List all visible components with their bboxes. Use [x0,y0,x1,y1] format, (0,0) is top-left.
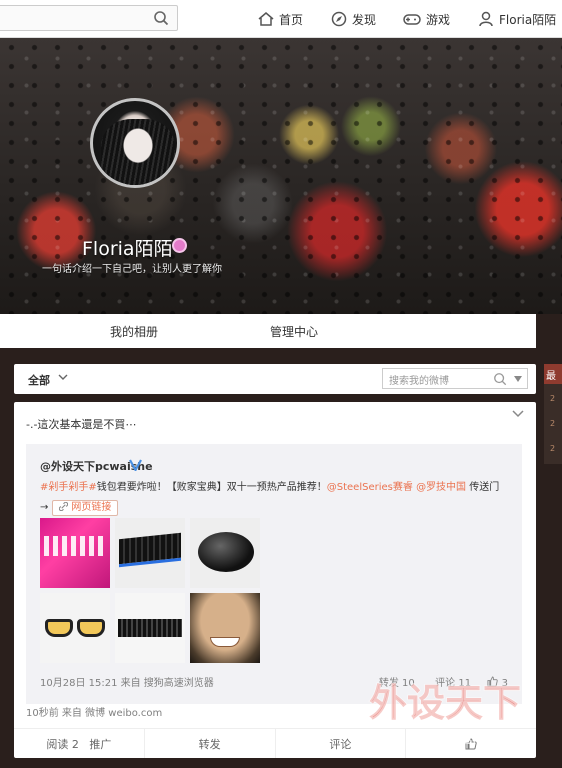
reposted-content: @外设天下pcwaishe #剁手剁手#钱包君要炸啦！【败家宝典】双十一预热产品… [26,444,522,704]
repost-meta[interactable]: 10月28日 15:21 来自 搜狗高速浏览器 [40,674,214,689]
member-badge-icon[interactable] [172,238,187,253]
nav-profile[interactable]: Floria陌陌 [477,0,556,38]
nav-discover[interactable]: 发现 [330,0,376,38]
right-sidebar-peek: 最 2 2 2 [544,364,562,464]
read-count: 阅读 2 [46,737,79,751]
global-search-input[interactable] [0,5,178,31]
verified-icon[interactable] [129,458,142,471]
post-action-bar: 阅读 2 推广 转发 评论 [14,728,536,758]
image-grid [40,518,262,663]
nav-game[interactable]: 游戏 [402,0,450,38]
feed-search-placeholder: 搜索我的微博 [389,376,449,387]
nav-home-label: 首页 [279,12,304,27]
profile-name: Floria陌陌 [82,238,173,260]
nav-profile-label: Floria陌陌 [499,12,557,27]
read-promote-button[interactable]: 阅读 2 推广 [14,729,145,758]
compass-icon [331,11,347,27]
profile-tabs: 我的相册 管理中心 [0,314,536,348]
feed-search-input[interactable]: 搜索我的微博 [382,368,528,389]
chevron-down-icon[interactable] [58,373,68,381]
image-thumbnail-mouse[interactable] [190,518,260,588]
image-thumbnail-keyboard[interactable] [115,518,185,588]
repost-body: 钱包君要炸啦！【败家宝典】双十一预热产品推荐！ [96,482,327,493]
home-icon [258,12,274,26]
web-link-button[interactable]: 网页链接 [52,500,119,516]
filter-all-dropdown[interactable]: 全部 [28,372,50,388]
gamepad-icon [403,14,421,25]
comment-count-link[interactable]: 评论 11 [435,678,471,689]
profile-bio[interactable]: 一句话介绍一下自己吧，让别人更了解你 [42,260,222,275]
sidebar-item[interactable]: 2 [550,444,555,453]
nav-game-label: 游戏 [426,12,451,27]
caret-down-icon[interactable] [514,376,522,382]
tab-management[interactable]: 管理中心 [270,323,318,340]
hashtag-link[interactable]: #剁手剁手# [40,482,97,493]
image-thumbnail-face[interactable] [190,593,260,663]
profile-cover: Floria陌陌 一句话介绍一下自己吧，让别人更了解你 [0,38,562,314]
mention-steelseries-link[interactable]: @SteelSeries赛睿 [327,482,413,493]
nav-home[interactable]: 首页 [257,0,303,38]
repost-text: #剁手剁手#钱包君要炸啦！【败家宝典】双十一预热产品推荐！@SteelSerie… [40,478,504,518]
like-count: 3 [501,678,508,689]
nav-discover-label: 发现 [352,12,377,27]
web-link-label: 网页链接 [71,502,112,513]
mention-logitech-link[interactable]: @罗技中国 [416,482,466,493]
image-thumbnail-glasses[interactable] [40,593,110,663]
feed-post-card: -.-這次基本還是不買⋯ @外设天下pcwaishe #剁手剁手#钱包君要炸啦！… [14,402,536,758]
search-icon[interactable] [493,372,507,386]
sidebar-item[interactable]: 2 [550,419,555,428]
repost-count-link[interactable]: 转发 10 [379,678,415,689]
repost-button[interactable]: 转发 [145,729,276,758]
repost-stats: 转发 10 评论 11 3 [379,674,508,689]
sidebar-tab[interactable]: 最 [544,364,562,384]
comment-button[interactable]: 评论 [276,729,407,758]
post-meta[interactable]: 10秒前 来自 微博 weibo.com [26,704,162,719]
post-text: -.-這次基本還是不買⋯ [26,418,137,431]
top-navigation-bar: 首页 发现 游戏 Floria陌陌 [0,0,562,38]
avatar-portrait [101,119,175,185]
sidebar-item[interactable]: 2 [550,394,555,403]
search-icon[interactable] [153,10,169,26]
thumbs-up-icon [465,737,477,749]
thumbs-up-icon[interactable] [487,676,499,687]
tab-album[interactable]: 我的相册 [110,323,158,340]
post-menu-chevron-icon[interactable] [512,410,524,418]
user-icon [479,11,493,27]
image-thumbnail-double11-banner[interactable] [40,518,110,588]
image-thumbnail-keyboard-2[interactable] [115,593,185,663]
link-icon [59,501,69,512]
feed-filter-bar: 全部 搜索我的微博 [14,364,536,394]
avatar[interactable] [90,98,180,188]
like-button[interactable] [406,729,536,758]
repost-label: 转发 [198,737,221,751]
promote-link[interactable]: 推广 [89,736,111,752]
comment-label: 评论 [329,737,352,751]
